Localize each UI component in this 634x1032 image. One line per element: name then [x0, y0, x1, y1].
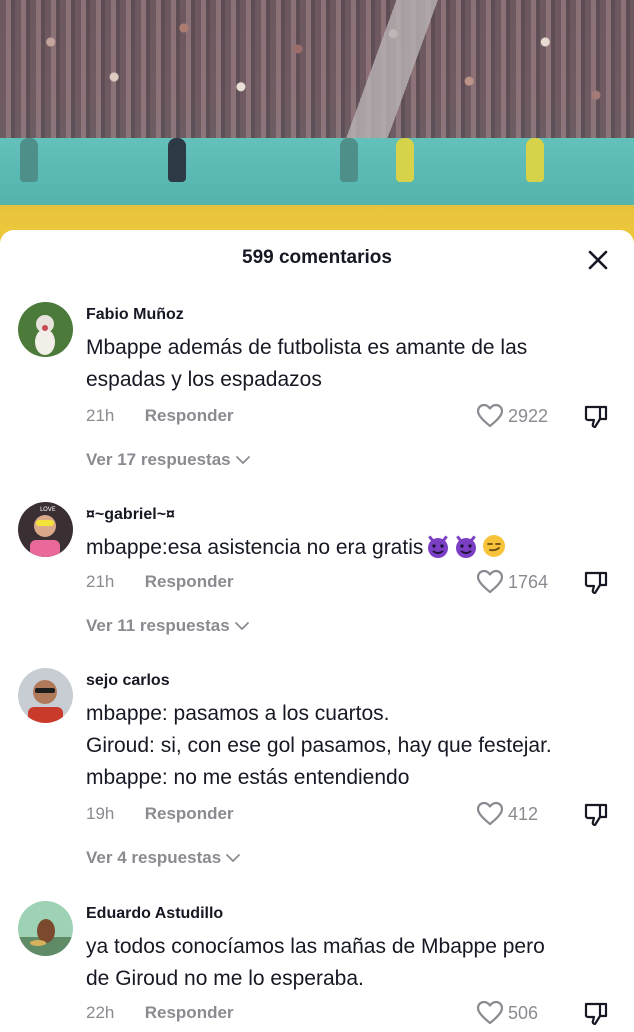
chevron-down-icon: [234, 622, 249, 630]
chevron-down-icon: [235, 456, 250, 464]
chevron-down-icon: [226, 854, 241, 862]
timestamp: 21h: [86, 572, 115, 591]
figure: [168, 138, 186, 182]
video-background: [0, 0, 634, 250]
view-replies-button[interactable]: Ver 11 respuestas: [86, 616, 250, 636]
stadium-stairs: [340, 0, 470, 160]
view-replies-button[interactable]: Ver 17 respuestas: [86, 450, 251, 470]
like-count: 506: [508, 1002, 539, 1023]
timestamp: 19h: [86, 804, 115, 823]
comments-sheet: 599 comentarios Fabio Muñoz Mbappe ademá…: [0, 230, 634, 1027]
view-replies-label: Ver 11 respuestas: [86, 616, 230, 635]
avatar[interactable]: LOVE: [18, 502, 73, 557]
comment-meta: 22h Responder: [86, 1003, 234, 1023]
comment-meta: 21h Responder: [86, 572, 234, 592]
smirking-face-emoji: [483, 535, 506, 557]
username[interactable]: sejo carlos: [86, 672, 170, 690]
heart-outline-icon: [476, 569, 504, 594]
like-button[interactable]: 1764: [476, 569, 548, 595]
reply-button[interactable]: Responder: [145, 406, 234, 425]
like-button[interactable]: 2922: [476, 403, 548, 429]
comment-line: de Giroud no me lo esperaba.: [86, 967, 364, 990]
figure: [526, 138, 544, 182]
comments-count-title: 599 comentarios: [242, 247, 392, 268]
username[interactable]: Eduardo Astudillo: [86, 905, 223, 923]
comment-line: ya todos conocíamos las mañas de Mbappe …: [86, 935, 545, 958]
avatar[interactable]: [18, 901, 73, 956]
comment-line: mbappe: pasamos a los cuartos.: [86, 702, 390, 725]
comment-text: mbappe: pasamos a los cuartos. Giroud: s…: [86, 698, 621, 794]
username[interactable]: Fabio Muñoz: [86, 306, 184, 324]
stadium-crowd: [0, 0, 634, 140]
dislike-button[interactable]: [583, 802, 609, 828]
comment-line: Giroud: si, con ese gol pasamos, hay que…: [86, 734, 552, 757]
like-button[interactable]: 412: [476, 801, 538, 827]
heart-outline-icon: [476, 1000, 504, 1025]
figure: [20, 138, 38, 182]
username[interactable]: ¤~gabriel~¤: [86, 506, 175, 524]
like-button[interactable]: 506: [476, 1000, 538, 1026]
comment-meta: 19h Responder: [86, 804, 234, 824]
dislike-icon: [584, 1002, 608, 1026]
dislike-button[interactable]: [583, 1001, 609, 1027]
smiling-devil-emoji: [455, 534, 477, 558]
close-icon: [588, 250, 608, 270]
figure: [340, 138, 358, 182]
reply-button[interactable]: Responder: [145, 1003, 234, 1022]
reply-button[interactable]: Responder: [145, 804, 234, 823]
dislike-icon: [584, 571, 608, 595]
reply-button[interactable]: Responder: [145, 572, 234, 591]
comment-line: mbappe:esa asistencia no era gratis: [86, 536, 424, 559]
heart-outline-icon: [476, 403, 504, 428]
comment-line: espadas y los espadazos: [86, 368, 322, 391]
like-count: 1764: [508, 571, 549, 592]
close-button[interactable]: [586, 248, 610, 272]
svg-text:LOVE: LOVE: [40, 506, 56, 513]
dislike-icon: [584, 803, 608, 827]
comment-text: Mbappe además de futbolista es amante de…: [86, 332, 621, 396]
like-count: 412: [508, 803, 539, 824]
comment-line: Mbappe además de futbolista es amante de…: [86, 336, 528, 359]
comment-meta: 21h Responder: [86, 406, 234, 426]
view-replies-button[interactable]: Ver 4 respuestas: [86, 848, 241, 868]
figure: [396, 138, 414, 182]
timestamp: 21h: [86, 406, 115, 425]
comment-text: mbappe:esa asistencia no era gratis: [86, 532, 621, 564]
like-count: 2922: [508, 405, 549, 426]
dislike-icon: [584, 405, 608, 429]
avatar[interactable]: [18, 668, 73, 723]
comment-line: mbappe: no me estás entendiendo: [86, 766, 410, 789]
avatar[interactable]: [18, 302, 73, 357]
view-replies-label: Ver 17 respuestas: [86, 450, 231, 469]
dislike-button[interactable]: [583, 404, 609, 430]
dislike-button[interactable]: [583, 570, 609, 596]
view-replies-label: Ver 4 respuestas: [86, 848, 222, 867]
timestamp: 22h: [86, 1003, 115, 1022]
heart-outline-icon: [476, 801, 504, 826]
comment-text: ya todos conocíamos las mañas de Mbappe …: [86, 931, 621, 995]
smiling-devil-emoji: [427, 534, 449, 558]
sheet-header: 599 comentarios: [0, 230, 634, 288]
